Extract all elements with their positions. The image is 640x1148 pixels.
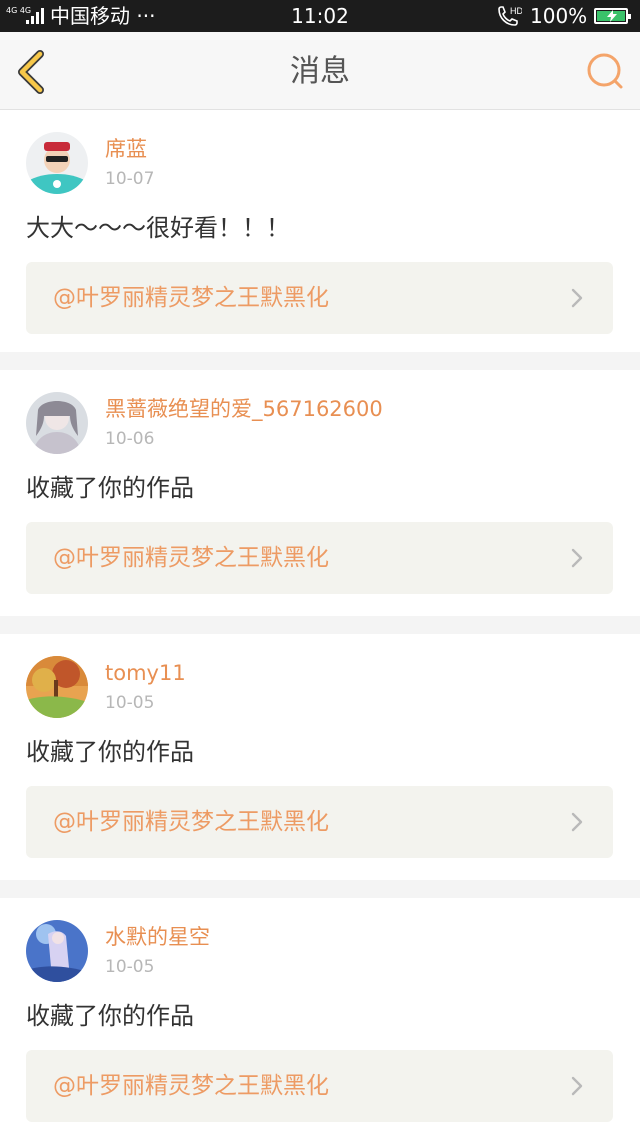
work-reference[interactable]: @叶罗丽精灵梦之王默黑化	[26, 522, 613, 594]
avatar[interactable]	[26, 920, 88, 982]
hd-call-icon: HD	[498, 6, 522, 26]
message-text: 收藏了你的作品	[26, 738, 194, 766]
message-date: 10-05	[105, 693, 155, 713]
chevron-right-icon	[571, 288, 583, 308]
status-bar: 4G 4G 中国移动 ··· 11:02 HD 100%	[0, 0, 640, 32]
battery-icon	[594, 8, 631, 24]
message-text: 大大～～～很好看！！！	[26, 214, 290, 242]
battery-percent: 100%	[530, 4, 588, 28]
message-text: 收藏了你的作品	[26, 1002, 194, 1030]
work-reference-label: @叶罗丽精灵梦之王默黑化	[53, 545, 329, 571]
work-reference-label: @叶罗丽精灵梦之王默黑化	[53, 809, 329, 835]
message-text: 收藏了你的作品	[26, 474, 194, 502]
avatar[interactable]	[26, 656, 88, 718]
message-card: tomy11 10-05 收藏了你的作品 @叶罗丽精灵梦之王默黑化	[0, 634, 640, 880]
work-reference[interactable]: @叶罗丽精灵梦之王默黑化	[26, 1050, 613, 1122]
message-card: 水默的星空 10-05 收藏了你的作品 @叶罗丽精灵梦之王默黑化	[0, 898, 640, 1148]
message-date: 10-05	[105, 957, 155, 977]
work-reference[interactable]: @叶罗丽精灵梦之王默黑化	[26, 262, 613, 334]
work-reference-label: @叶罗丽精灵梦之王默黑化	[53, 1073, 329, 1099]
search-icon[interactable]	[584, 50, 626, 92]
avatar[interactable]	[26, 132, 88, 194]
username[interactable]: tomy11	[105, 660, 186, 686]
work-reference[interactable]: @叶罗丽精灵梦之王默黑化	[26, 786, 613, 858]
username[interactable]: 席蓝	[105, 136, 147, 162]
work-reference-label: @叶罗丽精灵梦之王默黑化	[53, 285, 329, 311]
avatar[interactable]	[26, 392, 88, 454]
chevron-right-icon	[571, 812, 583, 832]
message-card: 黑蔷薇绝望的爱_567162600 10-06 收藏了你的作品 @叶罗丽精灵梦之…	[0, 370, 640, 616]
nav-bar: 消息	[0, 32, 640, 110]
username[interactable]: 水默的星空	[105, 924, 210, 950]
charging-bolt-icon	[607, 10, 617, 22]
message-card: 席蓝 10-07 大大～～～很好看！！！ @叶罗丽精灵梦之王默黑化	[0, 110, 640, 352]
chevron-right-icon	[571, 1076, 583, 1096]
message-date: 10-07	[105, 169, 155, 189]
hd-label: HD	[510, 6, 522, 16]
username[interactable]: 黑蔷薇绝望的爱_567162600	[105, 396, 383, 422]
chevron-right-icon	[571, 548, 583, 568]
page-title: 消息	[290, 54, 350, 89]
message-date: 10-06	[105, 429, 155, 449]
